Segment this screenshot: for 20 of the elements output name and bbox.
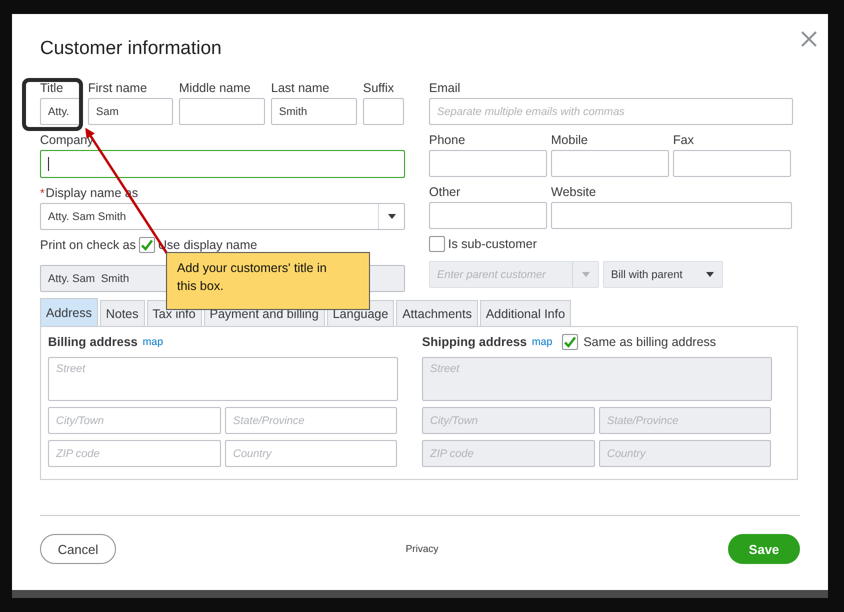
field-label: Other bbox=[429, 184, 462, 200]
field-label: Email bbox=[429, 80, 462, 96]
field-label: Phone bbox=[429, 132, 466, 148]
field-label: Middle name bbox=[179, 80, 252, 96]
field-label: Last name bbox=[271, 80, 330, 96]
field-label: Title bbox=[40, 80, 64, 96]
field-label: Print on check as bbox=[40, 237, 136, 253]
field-label: First name bbox=[88, 80, 148, 96]
checkbox-label: Same as billing address bbox=[583, 334, 716, 350]
field-label: Website bbox=[551, 184, 597, 200]
required-mark: * bbox=[40, 186, 45, 200]
section-label: Billing address bbox=[48, 335, 138, 349]
section-label: Shipping address bbox=[422, 335, 527, 349]
annotation-tooltip: Add your customers' title in this box. bbox=[166, 252, 370, 310]
checkbox-label: Is sub-customer bbox=[448, 236, 537, 252]
dialog-title: Customer information bbox=[40, 37, 222, 60]
field-label: Mobile bbox=[551, 132, 589, 148]
field-label: Fax bbox=[673, 132, 695, 148]
field-label: Company bbox=[40, 132, 94, 148]
field-label: Suffix bbox=[363, 80, 396, 96]
